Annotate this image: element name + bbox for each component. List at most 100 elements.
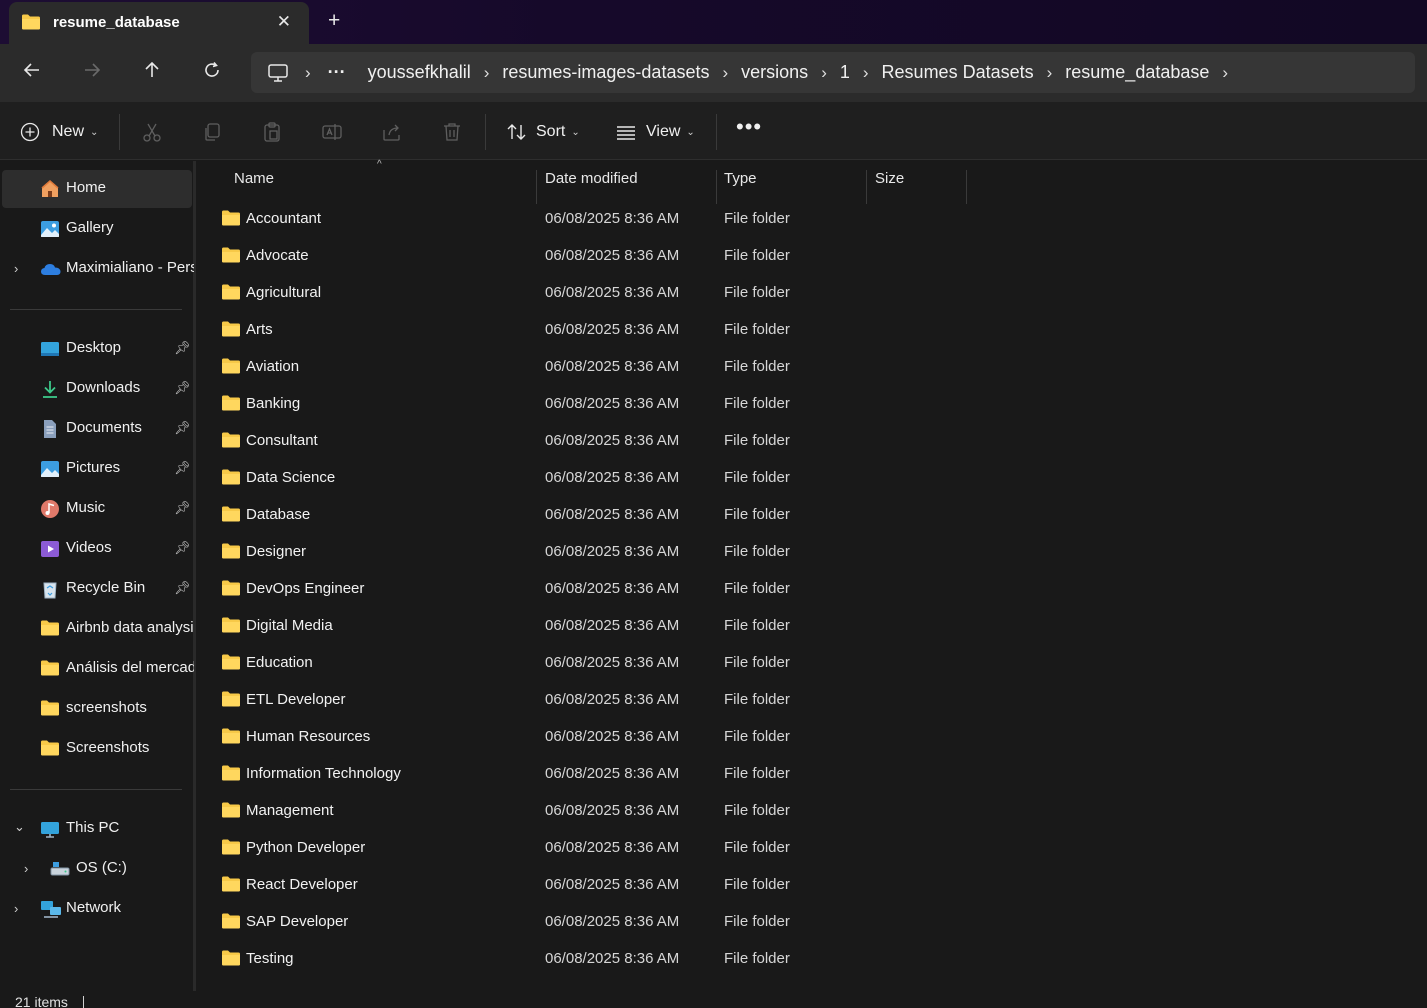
table-row[interactable]: Arts 06/08/2025 8:36 AM File folder	[199, 310, 1427, 347]
breadcrumb-item[interactable]: versions	[741, 62, 808, 83]
chevron-right-icon[interactable]: ›	[14, 901, 18, 916]
table-row[interactable]: Consultant 06/08/2025 8:36 AM File folder	[199, 421, 1427, 458]
chevron-right-icon[interactable]: ›	[24, 861, 28, 876]
file-type: File folder	[724, 839, 790, 856]
file-type: File folder	[724, 876, 790, 893]
table-row[interactable]: Advocate 06/08/2025 8:36 AM File folder	[199, 236, 1427, 273]
column-header-name[interactable]: Name	[234, 170, 274, 187]
close-tab-icon[interactable]: ✕	[277, 12, 291, 32]
delete-icon[interactable]	[441, 121, 463, 143]
sidebar-item-recycle-bin[interactable]: Recycle Bin 📌︎	[2, 570, 192, 608]
chevron-right-icon[interactable]: ›	[1047, 63, 1053, 83]
table-row[interactable]: Education 06/08/2025 8:36 AM File folder	[199, 643, 1427, 680]
chevron-right-icon[interactable]: ›	[863, 63, 869, 83]
address-bar[interactable]: › ··· youssefkhalil › resumes-images-dat…	[251, 52, 1415, 93]
ellipsis-icon: •••	[736, 114, 763, 139]
new-tab-button[interactable]: +	[328, 10, 340, 32]
file-date-modified: 06/08/2025 8:36 AM	[545, 247, 680, 264]
sidebar-item-airbnb-folder[interactable]: Airbnb data analysis	[2, 610, 194, 648]
breadcrumb-item[interactable]: resume_database	[1065, 62, 1209, 83]
chevron-right-icon[interactable]: ›	[722, 63, 728, 83]
sort-button[interactable]: Sort ⌄	[506, 120, 580, 144]
table-row[interactable]: ETL Developer 06/08/2025 8:36 AM File fold…	[199, 680, 1427, 717]
table-row[interactable]: Designer 06/08/2025 8:36 AM File folder	[199, 532, 1427, 569]
table-row[interactable]: Python Developer 06/08/2025 8:36 AM File f…	[199, 828, 1427, 865]
sidebar-item-label: Network	[66, 899, 122, 916]
sidebar-item-analisis-folder[interactable]: Análisis del mercado	[2, 650, 194, 688]
chevron-right-icon[interactable]: ›	[484, 63, 490, 83]
file-date-modified: 06/08/2025 8:36 AM	[545, 617, 680, 634]
computer-icon[interactable]	[267, 63, 289, 83]
sidebar-item-documents[interactable]: Documents 📌︎	[2, 410, 192, 448]
pin-icon[interactable]: 📌︎	[174, 420, 191, 436]
table-row[interactable]: Information Technology 06/08/2025 8:36 AM…	[199, 754, 1427, 791]
copy-icon[interactable]	[201, 121, 223, 143]
sidebar-item-music[interactable]: Music 📌︎	[2, 490, 192, 528]
tab-resume-database[interactable]: resume_database ✕	[9, 2, 309, 44]
chevron-down-icon[interactable]: ⌄	[14, 819, 25, 835]
breadcrumb-item[interactable]: resumes-images-datasets	[502, 62, 709, 83]
breadcrumb-item[interactable]: 1	[840, 62, 850, 83]
column-header-size[interactable]: Size	[875, 170, 904, 187]
view-button[interactable]: View ⌄	[616, 120, 695, 144]
sidebar-item-network[interactable]: › Network	[2, 890, 192, 928]
table-row[interactable]: Banking 06/08/2025 8:36 AM File folder	[199, 384, 1427, 421]
file-type: File folder	[724, 395, 790, 412]
sidebar-item-home[interactable]: Home	[2, 170, 192, 208]
refresh-button[interactable]	[199, 60, 225, 86]
table-row[interactable]: DevOps Engineer 06/08/2025 8:36 AM File fo…	[199, 569, 1427, 606]
chevron-down-icon: ⌄	[571, 126, 580, 138]
sidebar-item-downloads[interactable]: Downloads 📌︎	[2, 370, 192, 408]
rename-icon[interactable]	[321, 121, 343, 143]
chevron-right-icon[interactable]: ›	[821, 63, 827, 83]
file-type: File folder	[724, 913, 790, 930]
chevron-right-icon[interactable]: ›	[14, 261, 18, 276]
file-date-modified: 06/08/2025 8:36 AM	[545, 432, 680, 449]
sidebar-item-onedrive[interactable]: › Maximialiano - Personal	[2, 250, 194, 288]
sidebar-item-label: Análisis del mercado	[66, 659, 194, 676]
pin-icon[interactable]: 📌︎	[174, 540, 191, 556]
table-row[interactable]: Accountant 06/08/2025 8:36 AM File folder	[199, 199, 1427, 236]
breadcrumb-item[interactable]: youssefkhalil	[368, 62, 471, 83]
breadcrumb-item[interactable]: Resumes Datasets	[882, 62, 1034, 83]
sidebar-item-desktop[interactable]: Desktop 📌︎	[2, 330, 192, 368]
sidebar-item-screenshots-folder[interactable]: screenshots	[2, 690, 192, 728]
column-header-type[interactable]: Type	[724, 170, 757, 187]
pin-icon[interactable]: 📌︎	[174, 460, 191, 476]
forward-button[interactable]	[79, 60, 105, 86]
cut-icon[interactable]	[141, 121, 163, 143]
sidebar-item-videos[interactable]: Videos 📌︎	[2, 530, 192, 568]
back-button[interactable]	[19, 60, 45, 86]
pin-icon[interactable]: 📌︎	[174, 500, 191, 516]
breadcrumb-overflow-button[interactable]: ···	[328, 62, 346, 83]
table-row[interactable]: Digital Media 06/08/2025 8:36 AM File fold…	[199, 606, 1427, 643]
chevron-right-icon[interactable]: ›	[1222, 63, 1228, 83]
pin-icon[interactable]: 📌︎	[174, 340, 191, 356]
table-row[interactable]: Agricultural 06/08/2025 8:36 AM File folde…	[199, 273, 1427, 310]
folder-icon	[221, 801, 241, 824]
table-row[interactable]: React Developer 06/08/2025 8:36 AM File fo…	[199, 865, 1427, 902]
chevron-right-icon[interactable]: ›	[305, 63, 311, 83]
table-row[interactable]: Management 06/08/2025 8:36 AM File folder	[199, 791, 1427, 828]
table-row[interactable]: Data Science 06/08/2025 8:36 AM File folde…	[199, 458, 1427, 495]
paste-icon[interactable]	[261, 121, 283, 143]
folder-icon	[40, 619, 60, 639]
table-row[interactable]: Human Resources 06/08/2025 8:36 AM File fo…	[199, 717, 1427, 754]
sidebar-item-screenshots-folder-2[interactable]: Screenshots	[2, 730, 192, 768]
more-options-button[interactable]: •••	[736, 114, 762, 144]
sidebar-item-gallery[interactable]: Gallery	[2, 210, 192, 248]
table-row[interactable]: SAP Developer 06/08/2025 8:36 AM File fold…	[199, 902, 1427, 939]
sidebar-item-pictures[interactable]: Pictures 📌︎	[2, 450, 192, 488]
table-row[interactable]: Testing 06/08/2025 8:36 AM File folder	[199, 939, 1427, 976]
column-header-date[interactable]: Date modified	[545, 170, 638, 187]
new-button[interactable]: New ⌄	[20, 120, 98, 144]
pin-icon[interactable]: 📌︎	[174, 580, 191, 596]
up-button[interactable]	[139, 60, 165, 86]
table-row[interactable]: Database 06/08/2025 8:36 AM File folder	[199, 495, 1427, 532]
table-row[interactable]: Aviation 06/08/2025 8:36 AM File folder	[199, 347, 1427, 384]
file-date-modified: 06/08/2025 8:36 AM	[545, 469, 680, 486]
sidebar-item-os-drive[interactable]: › OS (C:)	[2, 850, 192, 888]
pin-icon[interactable]: 📌︎	[174, 380, 191, 396]
share-icon[interactable]	[381, 121, 403, 143]
sidebar-item-this-pc[interactable]: ⌄ This PC	[2, 810, 192, 848]
